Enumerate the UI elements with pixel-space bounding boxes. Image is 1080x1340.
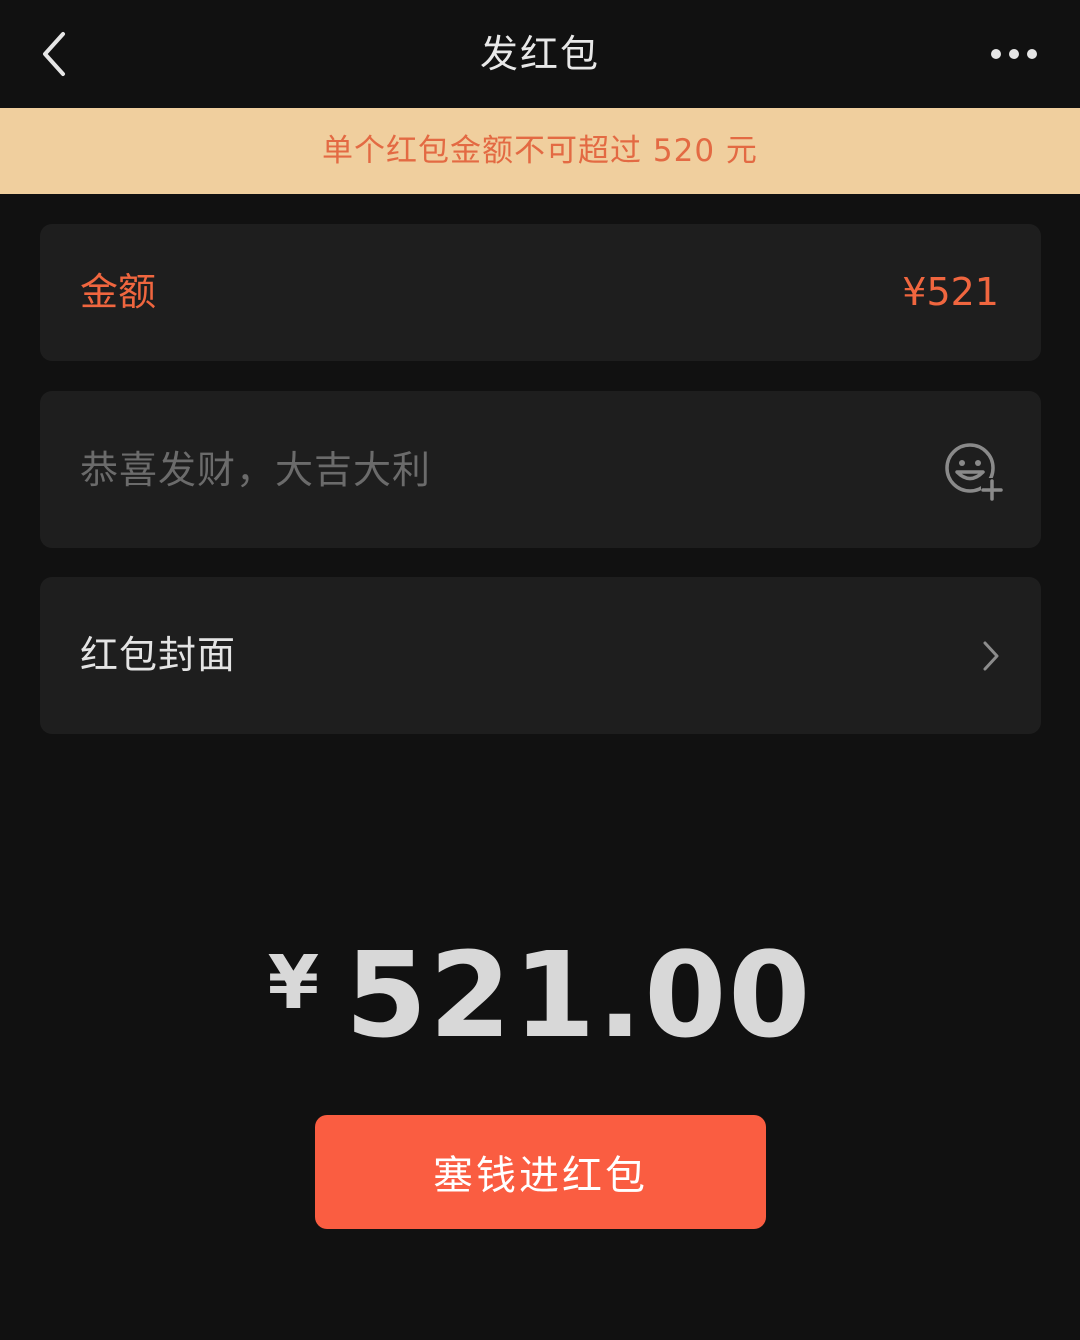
limit-notice-banner: 单个红包金额不可超过 520 元 [0,108,1080,194]
emoji-add-icon[interactable] [943,441,1005,503]
greeting-row [40,391,1041,548]
page-title: 发红包 [479,32,600,76]
more-button[interactable] [984,38,1044,70]
total-amount-display: ¥ 521.00 [0,926,1080,1064]
greeting-input[interactable] [80,391,900,548]
amount-row[interactable]: 金额 ¥521 [40,224,1041,361]
total-currency-symbol: ¥ [267,940,320,1026]
more-dots-icon [991,49,1037,59]
red-envelope-cover-row[interactable]: 红包封面 [40,577,1041,734]
send-red-envelope-button[interactable]: 塞钱进红包 [315,1115,766,1229]
cover-label: 红包封面 [80,633,237,677]
amount-value[interactable]: ¥521 [902,224,999,361]
nav-bar: 发红包 [0,0,1080,108]
total-amount-value: 521.00 [345,926,813,1064]
amount-label: 金额 [80,270,157,314]
chevron-right-icon [983,641,999,671]
